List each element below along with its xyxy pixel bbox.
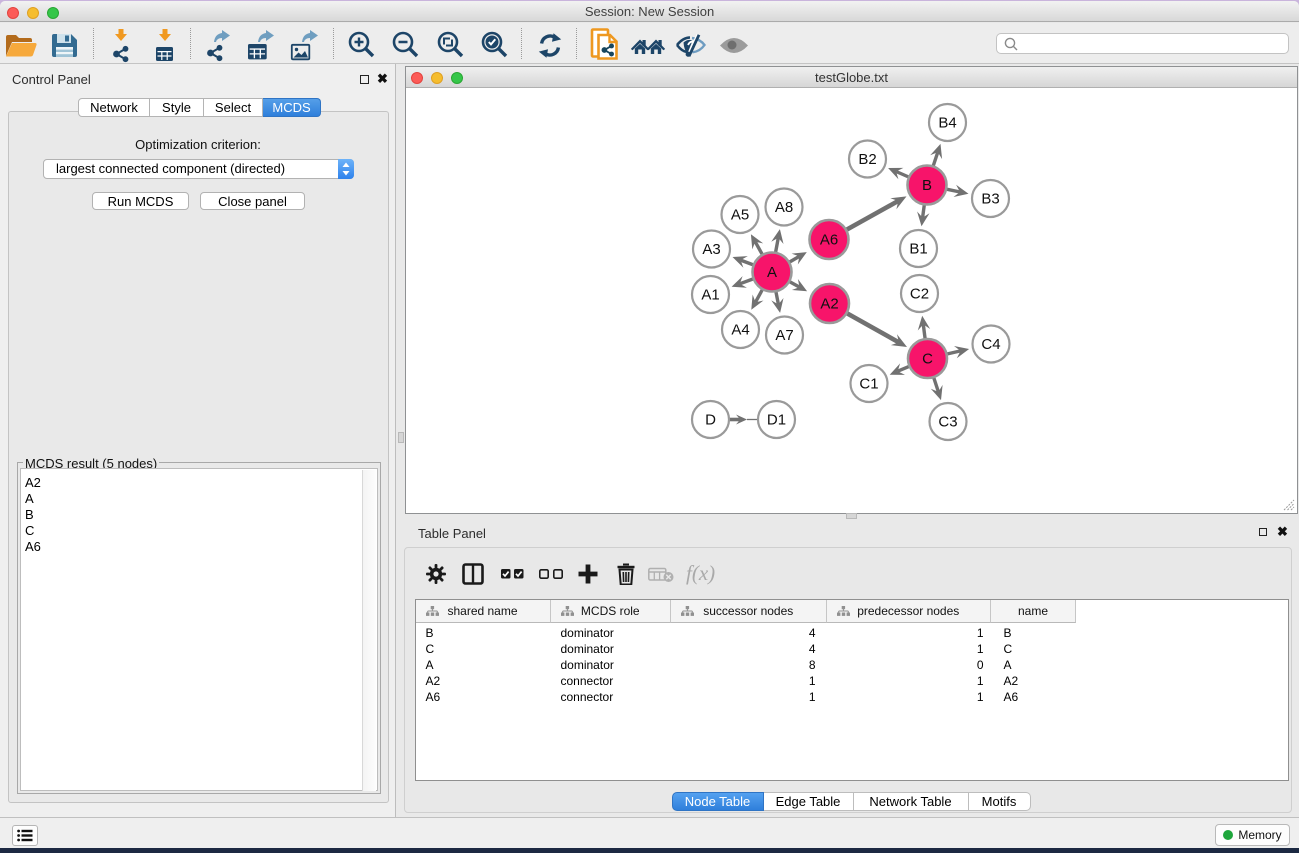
svg-text:A7: A7 [775, 327, 793, 344]
svg-text:C2: C2 [910, 286, 929, 303]
svg-text:A: A [767, 264, 777, 281]
svg-text:D: D [705, 412, 716, 429]
svg-text:C3: C3 [938, 414, 957, 431]
svg-text:D1: D1 [767, 412, 786, 429]
svg-text:A5: A5 [731, 207, 749, 224]
svg-text:A2: A2 [820, 296, 838, 313]
svg-text:B3: B3 [981, 191, 999, 208]
svg-text:B4: B4 [938, 115, 956, 132]
svg-text:A6: A6 [820, 232, 838, 249]
svg-text:C4: C4 [981, 336, 1000, 353]
svg-text:C: C [922, 351, 933, 368]
svg-text:B1: B1 [909, 241, 927, 258]
svg-text:A4: A4 [731, 322, 749, 339]
svg-text:C1: C1 [859, 376, 878, 393]
svg-text:B: B [922, 177, 932, 194]
svg-text:B2: B2 [858, 151, 876, 168]
svg-text:A3: A3 [702, 241, 720, 258]
svg-text:A1: A1 [701, 287, 719, 304]
svg-text:A8: A8 [775, 199, 793, 216]
